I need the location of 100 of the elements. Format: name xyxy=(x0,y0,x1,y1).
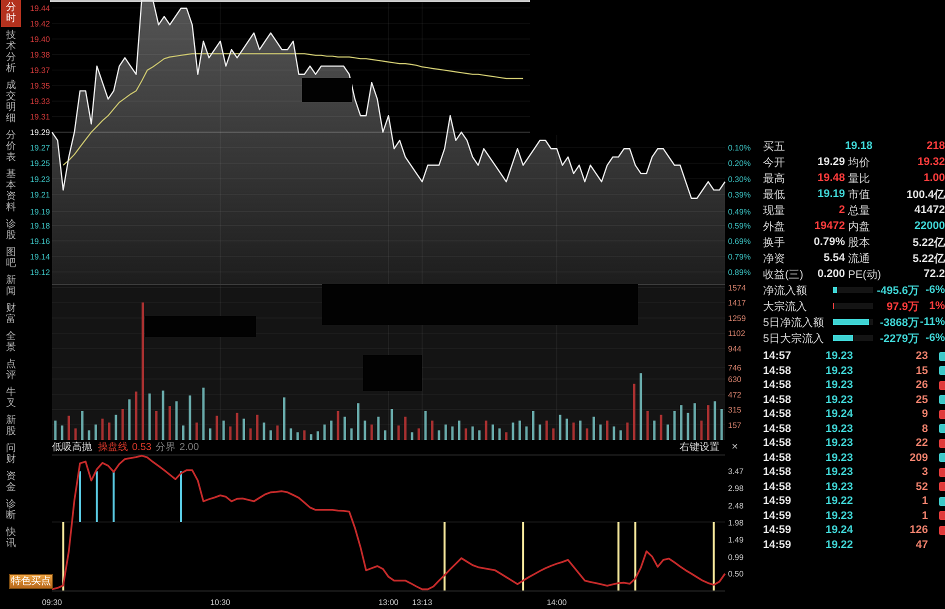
tick-volume: 126 xyxy=(910,524,928,536)
close-button[interactable]: × xyxy=(730,441,740,453)
volume-bar xyxy=(121,409,124,440)
volume-bar xyxy=(404,416,407,440)
sidebar-tab[interactable]: 牛叉 xyxy=(1,385,21,412)
tick-volume: 1 xyxy=(922,510,928,522)
volume-bar xyxy=(619,430,622,440)
tick-volume: 23 xyxy=(916,350,928,362)
volume-bar xyxy=(612,426,616,440)
volume-bar xyxy=(162,390,164,440)
sidebar-tab[interactable]: 分时 xyxy=(1,0,21,27)
price-axis-label: 19.27 xyxy=(30,144,50,153)
quote-label: 总量 xyxy=(847,204,871,218)
tick-price: 19.23 xyxy=(825,379,853,392)
percent-axis-label: 0.20% xyxy=(728,159,751,168)
flow-label: 5日净流入额 xyxy=(763,316,826,330)
volume-bar xyxy=(525,426,528,440)
volume-bar xyxy=(640,373,642,440)
sidebar-tab[interactable]: 全景 xyxy=(1,329,21,356)
tick-volume: 15 xyxy=(916,364,928,377)
volume-bar xyxy=(566,418,568,440)
percent-axis-label: 0.59% xyxy=(728,221,751,230)
tick-time: 14:59 xyxy=(763,538,792,551)
volume-bar xyxy=(720,409,723,440)
tick-time: 14:59 xyxy=(763,495,792,508)
volume-axis-label: 630 xyxy=(728,374,742,384)
volume-bar xyxy=(653,420,656,440)
volume-bar xyxy=(175,401,178,440)
legend-value: 2.00 xyxy=(179,442,199,452)
tick-volume: 26 xyxy=(916,379,928,392)
price-axis-label: 19.12 xyxy=(30,268,50,277)
sidebar-tab[interactable]: 快讯 xyxy=(1,525,21,552)
quote-label: 外盘 xyxy=(763,220,786,234)
sidebar-tab[interactable]: 问财 xyxy=(1,441,21,468)
quote-value: 2 xyxy=(838,204,845,216)
tick-volume: 25 xyxy=(916,394,928,406)
quote-value: 19.32 xyxy=(917,156,945,168)
volume-bar xyxy=(202,388,205,440)
sidebar-tab[interactable]: 财富 xyxy=(1,301,21,328)
sidebar-tab[interactable]: 诊断 xyxy=(1,497,21,524)
volume-axis-label: 746 xyxy=(728,364,742,373)
price-axis-label: 19.23 xyxy=(30,174,50,184)
volume-bar xyxy=(262,422,266,440)
price-axis-label: 19.29 xyxy=(30,128,50,138)
quote-value: 19.29 xyxy=(817,156,845,168)
sidebar-tab[interactable]: 资金 xyxy=(1,469,21,496)
sidebar-tab[interactable]: 基本资料 xyxy=(1,167,21,216)
tick-price: 19.24 xyxy=(825,524,853,536)
volume-bar xyxy=(444,424,447,440)
volume-axis-label: 1102 xyxy=(728,329,746,338)
tick-volume: 52 xyxy=(916,480,928,493)
volume-bar xyxy=(706,405,710,440)
signal-line xyxy=(62,522,64,591)
volume-bar xyxy=(484,420,488,440)
signal-line xyxy=(522,522,524,591)
sidebar-tab[interactable]: 新股 xyxy=(1,413,21,440)
quote-label: 股本 xyxy=(847,236,871,250)
volume-bar xyxy=(364,420,366,440)
quote-value: 5.54 xyxy=(824,252,845,264)
settings-link[interactable]: 右键设置 xyxy=(680,440,720,454)
time-label: 10:30 xyxy=(210,598,230,607)
percent-axis-label: 0.89% xyxy=(728,268,751,277)
volume-bar xyxy=(101,418,104,440)
tick-time: 14:58 xyxy=(763,408,792,420)
sidebar-tab[interactable]: 图吧 xyxy=(1,245,21,272)
sidebar-tab[interactable]: 技术分析 xyxy=(1,28,21,77)
flow-label: 净流入额 xyxy=(763,284,808,298)
quote-label: 最高 xyxy=(763,172,786,186)
volume-bar xyxy=(54,420,57,440)
volume-bar xyxy=(370,424,373,440)
quote-value: 5.22亿 xyxy=(912,236,945,250)
volume-bar xyxy=(599,424,602,440)
volume-bar xyxy=(579,420,582,440)
volume-axis-label: 944 xyxy=(728,344,742,354)
time-label: 13:13 xyxy=(412,598,432,607)
sidebar-tab[interactable]: 分价表 xyxy=(1,128,21,166)
sidebar-tab[interactable]: 新闻 xyxy=(1,273,21,300)
tick-time: 14:58 xyxy=(763,364,792,377)
quote-label: 市值 xyxy=(847,188,871,202)
signal-line xyxy=(96,471,98,522)
quote-label: PE(动) xyxy=(847,268,882,282)
sidebar-tab[interactable]: 成交明细 xyxy=(1,78,21,127)
quote-value: 0.79% xyxy=(814,236,845,248)
volume-bar xyxy=(478,430,481,440)
volume-bar xyxy=(229,426,232,440)
volume-bar xyxy=(632,384,636,440)
volume-bar xyxy=(236,412,238,440)
sidebar-tab[interactable]: 诊股 xyxy=(1,217,21,244)
sidebar-tab[interactable]: 点评 xyxy=(1,357,21,384)
signal-line xyxy=(617,522,620,591)
volume-bar xyxy=(694,403,696,440)
price-axis-label: 19.40 xyxy=(30,35,50,44)
volume-bar xyxy=(94,424,97,440)
tick-volume: 47 xyxy=(916,538,928,551)
volume-bar xyxy=(558,414,562,440)
percent-axis-label: 0.30% xyxy=(728,174,751,184)
volume-axis-label: 1574 xyxy=(728,285,746,293)
volume-bar xyxy=(74,428,77,440)
tick-time: 14:58 xyxy=(763,394,792,406)
quote-value: 0.200 xyxy=(817,268,845,280)
